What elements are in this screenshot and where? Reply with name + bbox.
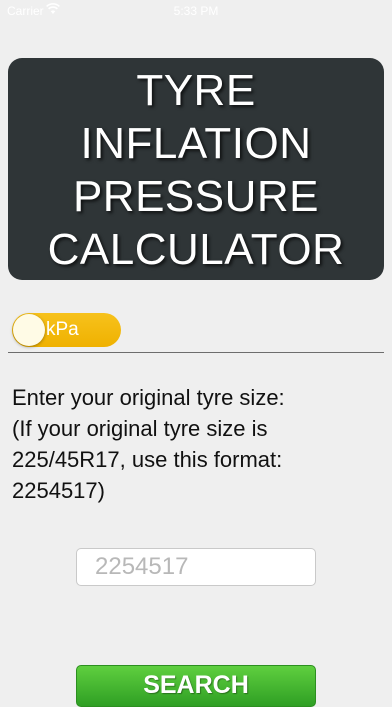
instruction-line: 2254517) <box>12 478 105 503</box>
unit-label: kPa <box>46 319 79 340</box>
divider <box>8 352 384 353</box>
unit-toggle-switch[interactable]: kPa <box>12 313 121 347</box>
title-card: TYRE INFLATION PRESSURE CALCULATOR <box>8 58 384 280</box>
status-bar: Carrier 5:33 PM <box>0 0 392 22</box>
tyre-size-input[interactable] <box>76 548 316 586</box>
app-title: TYRE INFLATION PRESSURE CALCULATOR <box>47 66 345 274</box>
clock: 5:33 PM <box>173 4 219 18</box>
instructions-text: Enter your original tyre size: (If your … <box>12 382 387 506</box>
instruction-line: 225/45R17, use this format: <box>12 447 283 472</box>
instruction-line: Enter your original tyre size: <box>12 385 285 410</box>
search-button[interactable]: SEARCH <box>76 665 316 707</box>
instruction-line: (If your original tyre size is <box>12 416 268 441</box>
toggle-knob[interactable] <box>13 314 45 346</box>
